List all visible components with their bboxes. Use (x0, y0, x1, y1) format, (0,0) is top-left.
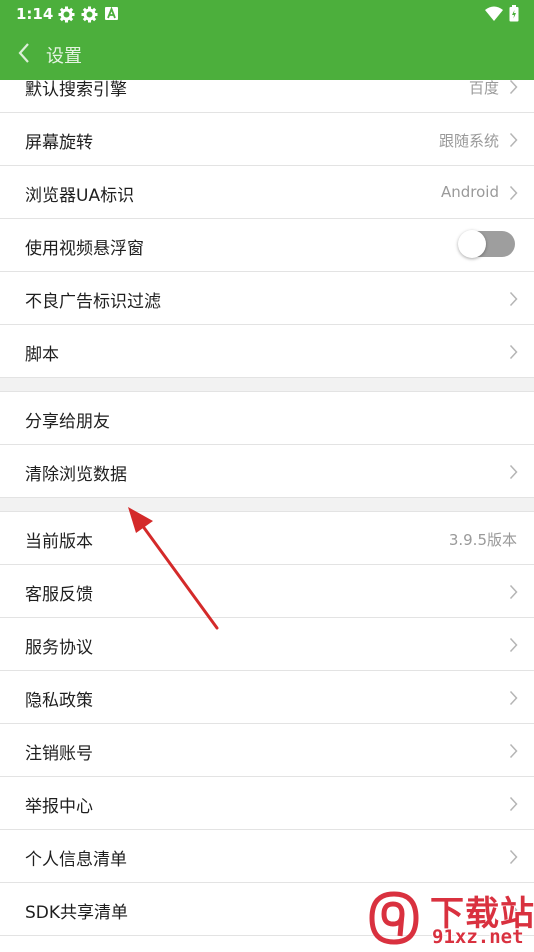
setting-privacy-policy[interactable]: 隐私政策 (0, 671, 534, 724)
setting-value: Android (441, 183, 499, 201)
setting-label: 不良广告标识过滤 (25, 292, 161, 312)
setting-label: 分享给朋友 (25, 412, 110, 432)
chevron-right-icon (509, 796, 518, 812)
title-bar: 设置 (0, 28, 534, 80)
status-bar: 1:14 (0, 0, 534, 28)
text-a-icon (104, 6, 121, 23)
status-time: 1:14 (16, 5, 54, 23)
chevron-right-icon (509, 132, 518, 148)
setting-scripts[interactable]: 脚本 (0, 325, 534, 378)
setting-label: 屏幕旋转 (25, 133, 93, 153)
status-right-icons (485, 5, 519, 26)
chevron-right-icon (509, 690, 518, 706)
chevron-right-icon (509, 291, 518, 307)
setting-label: 注销账号 (25, 744, 93, 764)
setting-label: 脚本 (25, 345, 59, 365)
setting-screen-rotation[interactable]: 屏幕旋转 跟随系统 (0, 113, 534, 166)
toggle-knob (458, 230, 486, 258)
setting-clear-browsing-data[interactable]: 清除浏览数据 (0, 445, 534, 498)
setting-value: 百度 (468, 79, 499, 97)
setting-label: 个人信息清单 (25, 850, 127, 870)
chevron-right-icon (509, 185, 518, 201)
version-value: 3.9.5版本 (448, 531, 517, 549)
setting-label: 使用视频悬浮窗 (25, 239, 144, 259)
setting-video-float-window: 使用视频悬浮窗 (0, 219, 534, 272)
chevron-right-icon (509, 79, 518, 95)
page-title: 设置 (46, 46, 82, 67)
chevron-right-icon (509, 637, 518, 653)
settings-list: 默认搜索引擎 百度 屏幕旋转 跟随系统 浏览器UA标识 Android 使用视频… (0, 60, 534, 936)
video-float-toggle[interactable] (458, 230, 515, 258)
chevron-right-icon (509, 464, 518, 480)
setting-ad-filter[interactable]: 不良广告标识过滤 (0, 272, 534, 325)
setting-service-agreement[interactable]: 服务协议 (0, 618, 534, 671)
battery-icon (509, 5, 519, 26)
9f-logo-icon (362, 888, 426, 948)
chevron-right-icon (509, 584, 518, 600)
watermark-url: 91xz.net (432, 926, 524, 948)
setting-label: 隐私政策 (25, 691, 93, 711)
setting-personal-info-list[interactable]: 个人信息清单 (0, 830, 534, 883)
setting-customer-feedback[interactable]: 客服反馈 (0, 565, 534, 618)
setting-label: 浏览器UA标识 (25, 186, 135, 206)
setting-label: SDK共享清单 (25, 903, 129, 923)
setting-current-version: 当前版本 3.9.5版本 (0, 512, 534, 565)
status-left-icons (58, 6, 121, 23)
setting-delete-account[interactable]: 注销账号 (0, 724, 534, 777)
setting-browser-ua[interactable]: 浏览器UA标识 Android (0, 166, 534, 219)
setting-label: 当前版本 (25, 532, 93, 552)
chevron-right-icon (509, 849, 518, 865)
setting-value: 跟随系统 (438, 132, 499, 150)
watermark: 下载站 91xz.net (360, 886, 534, 950)
back-chevron-icon[interactable] (14, 40, 36, 66)
gear-icon (81, 6, 98, 23)
setting-report-center[interactable]: 举报中心 (0, 777, 534, 830)
setting-label: 服务协议 (25, 638, 93, 658)
section-divider (0, 498, 534, 512)
chevron-right-icon (509, 743, 518, 759)
app-header: 1:14 设置 (0, 0, 534, 80)
setting-label: 举报中心 (25, 797, 93, 817)
chevron-right-icon (509, 344, 518, 360)
gear-icon (58, 6, 75, 23)
setting-label: 客服反馈 (25, 585, 93, 605)
setting-share-friends[interactable]: 分享给朋友 (0, 392, 534, 445)
section-divider (0, 378, 534, 392)
wifi-icon (485, 6, 503, 25)
setting-label: 清除浏览数据 (25, 465, 127, 485)
